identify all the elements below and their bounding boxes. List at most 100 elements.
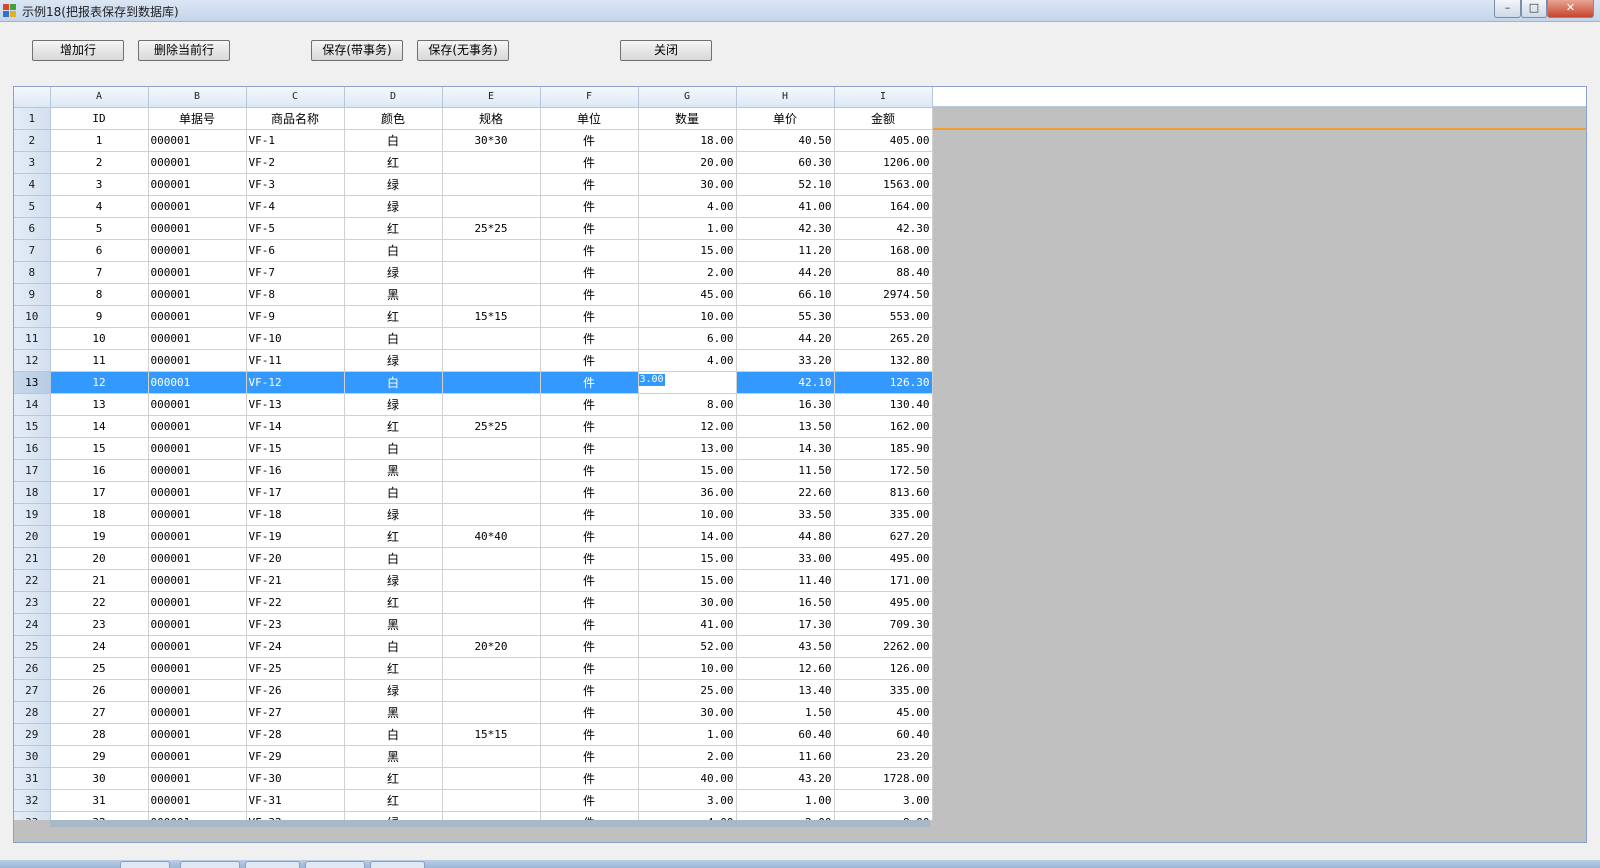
cell-color[interactable]: 白 [344,635,443,658]
cell-spec[interactable] [442,393,541,416]
cell-price[interactable]: 55.30 [736,305,835,328]
cell-doc[interactable]: 000001 [148,547,247,570]
cell-id[interactable]: 4 [50,195,149,218]
cell-unit[interactable]: 件 [540,129,639,152]
row-header[interactable]: 4 [14,173,51,196]
taskbar-item[interactable] [180,861,240,868]
row-header[interactable]: 27 [14,679,51,702]
cell-unit[interactable]: 件 [540,195,639,218]
cell-spec[interactable] [442,503,541,526]
cell-spec[interactable] [442,613,541,636]
cell-id[interactable]: 26 [50,679,149,702]
table-row[interactable]: 26 25 000001 VF-25 红 件 10.00 12.60 126.00 [14,657,933,680]
cell-id[interactable]: 14 [50,415,149,438]
cell-qty[interactable]: 15.00 [638,459,737,482]
table-row[interactable]: 27 26 000001 VF-26 绿 件 25.00 13.40 335.00 [14,679,933,702]
cell-qty[interactable]: 10.00 [638,657,737,680]
taskbar-item[interactable] [370,861,425,868]
cell-spec[interactable] [442,371,541,394]
cell-name[interactable]: VF-6 [246,239,345,262]
cell-spec[interactable]: 15*15 [442,305,541,328]
field-header-cell[interactable]: 单价 [736,107,835,130]
cell-id[interactable]: 18 [50,503,149,526]
cell-spec[interactable] [442,437,541,460]
row-header[interactable]: 20 [14,525,51,548]
add-row-button[interactable]: 增加行 [32,40,124,61]
cell-color[interactable]: 红 [344,657,443,680]
table-row[interactable]: 8 7 000001 VF-7 绿 件 2.00 44.20 88.40 [14,261,933,284]
table-row[interactable]: 29 28 000001 VF-28 白 15*15 件 1.00 60.40 60.40 [14,723,933,746]
field-header-cell[interactable]: 金额 [834,107,933,130]
cell-name[interactable]: VF-14 [246,415,345,438]
cell-color[interactable]: 绿 [344,503,443,526]
cell-amount[interactable]: 168.00 [834,239,933,262]
cell-unit[interactable]: 件 [540,327,639,350]
cell-amount[interactable]: 2974.50 [834,283,933,306]
row-header[interactable]: 6 [14,217,51,240]
cell-doc[interactable]: 000001 [148,591,247,614]
table-row[interactable]: 32 31 000001 VF-31 红件 3.00 1.00 3.00 [14,789,933,812]
table-row[interactable]: 17 16 000001 VF-16 黑 件 15.00 11.50 172.50 [14,459,933,482]
cell-id[interactable]: 2 [50,151,149,174]
cell-doc[interactable]: 000001 [148,349,247,372]
delete-row-button[interactable]: 删除当前行 [138,40,230,61]
cell-spec[interactable] [442,701,541,724]
cell-unit[interactable]: 件 [540,415,639,438]
cell-spec[interactable] [442,173,541,196]
cell-amount[interactable]: 813.60 [834,481,933,504]
cell-price[interactable]: 16.30 [736,393,835,416]
table-row[interactable]: 16 15 000001 VF-15 白 件 13.00 14.30 185.90 [14,437,933,460]
cell-color[interactable]: 黑 [344,613,443,636]
minimize-button[interactable]: – [1494,0,1521,18]
cell-price[interactable]: 13.50 [736,415,835,438]
cell-name[interactable]: VF-8 [246,283,345,306]
cell-name[interactable]: VF-17 [246,481,345,504]
cell-color[interactable]: 黑 [344,459,443,482]
row-header[interactable]: 30 [14,745,51,768]
cell-amount[interactable]: 495.00 [834,591,933,614]
cell-amount[interactable]: 553.00 [834,305,933,328]
cell-name[interactable]: VF-2 [246,151,345,174]
row-header[interactable]: 21 [14,547,51,570]
cell-name[interactable]: VF-28 [246,723,345,746]
cell-name[interactable]: VF-9 [246,305,345,328]
field-header-cell[interactable]: ID [50,107,149,130]
cell-id[interactable]: 29 [50,745,149,768]
row-header[interactable]: 26 [14,657,51,680]
cell-doc[interactable]: 000001 [148,415,247,438]
cell-amount[interactable]: 42.30 [834,217,933,240]
row-header[interactable]: 17 [14,459,51,482]
cell-price[interactable]: 1.50 [736,701,835,724]
table-row[interactable]: 20 19 000001 VF-19 红 40*40 件 14.00 44.80 627.20 [14,525,933,548]
row-header[interactable]: 15 [14,415,51,438]
cell-amount[interactable]: 709.30 [834,613,933,636]
cell-spec[interactable] [442,151,541,174]
cell-name[interactable]: VF-10 [246,327,345,350]
cell-qty[interactable]: 15.00 [638,239,737,262]
cell-amount[interactable]: 60.40 [834,723,933,746]
table-row[interactable]: 15 14 000001 VF-14 红 25*25 件 12.00 13.50 162.00 [14,415,933,438]
cell-spec[interactable]: 25*25 [442,217,541,240]
cell-doc[interactable]: 000001 [148,789,247,812]
cell-doc[interactable]: 000001 [148,239,247,262]
cell-amount[interactable]: 88.40 [834,261,933,284]
cell-qty[interactable]: 30.00 [638,591,737,614]
horizontal-scrollbar[interactable] [14,820,1586,842]
cell-name[interactable]: VF-26 [246,679,345,702]
cell-unit[interactable]: 件 [540,393,639,416]
cell-color[interactable]: 白 [344,239,443,262]
cell-spec[interactable] [442,657,541,680]
cell-spec[interactable] [442,239,541,262]
cell-spec[interactable]: 40*40 [442,525,541,548]
cell-name[interactable]: VF-19 [246,525,345,548]
row-header[interactable]: 18 [14,481,51,504]
column-header[interactable]: E [442,87,541,108]
cell-qty[interactable]: 45.00 [638,283,737,306]
cell-amount[interactable]: 405.00 [834,129,933,152]
cell-name[interactable]: VF-13 [246,393,345,416]
cell-qty[interactable]: 4.00 [638,195,737,218]
row-header[interactable]: 23 [14,591,51,614]
table-row[interactable]: 22 21 000001 VF-21 绿 件 15.00 11.40 171.00 [14,569,933,592]
cell-amount[interactable]: 1206.00 [834,151,933,174]
field-header-cell[interactable]: 单位 [540,107,639,130]
